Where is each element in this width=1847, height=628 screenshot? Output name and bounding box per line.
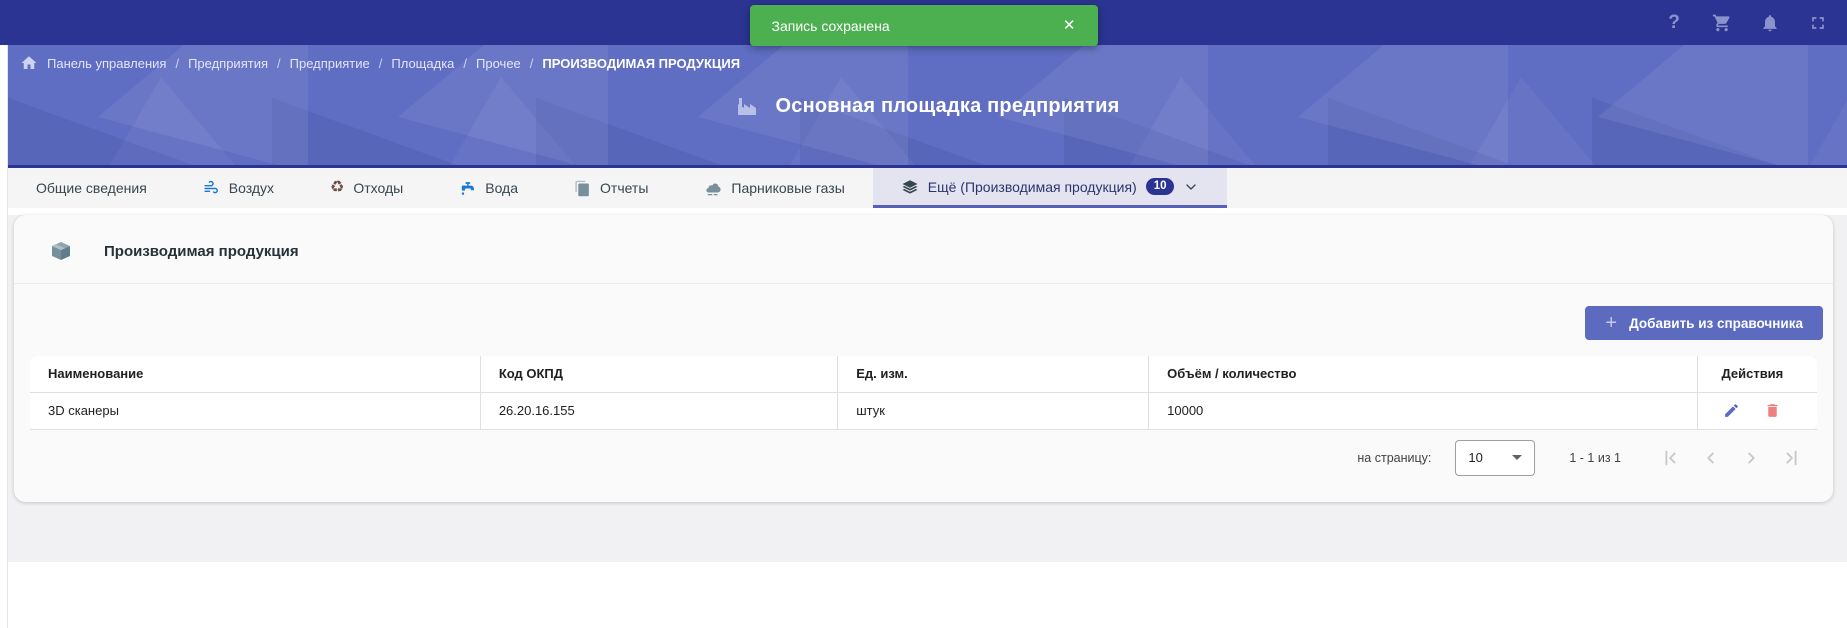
- paginator: на страницу: 10 1 - 1 из 1: [14, 430, 1833, 478]
- breadcrumb-separator: /: [529, 55, 534, 71]
- add-button-label: Добавить из справочника: [1629, 315, 1803, 331]
- tab-label: Отчеты: [600, 180, 649, 196]
- notifications-icon[interactable]: [1759, 12, 1781, 34]
- topbar-icons: ?: [1663, 12, 1829, 34]
- plus-icon: +: [1605, 312, 1618, 334]
- tab-air[interactable]: Воздух: [175, 168, 302, 208]
- toast-message: Запись сохранена: [771, 17, 890, 34]
- column-header-name: Наименование: [30, 356, 481, 393]
- cell-unit: штук: [837, 392, 1150, 430]
- breadcrumb-item-enterprises[interactable]: Предприятия: [188, 56, 268, 71]
- delete-trash-icon[interactable]: [1764, 402, 1781, 419]
- column-header-okpd: Код ОКПД: [480, 356, 839, 393]
- per-page-label: на страницу:: [1357, 450, 1432, 465]
- page-banner: Панель управления / Предприятия / Предпр…: [8, 45, 1847, 168]
- column-header-volume: Объём / количество: [1148, 356, 1698, 393]
- toast-close-icon[interactable]: ✕: [1063, 18, 1076, 33]
- toast-notification: Запись сохранена ✕: [749, 5, 1098, 46]
- factory-icon: [735, 94, 759, 118]
- layers-icon: [901, 178, 919, 196]
- column-header-unit: Ед. изм.: [837, 356, 1150, 393]
- tab-label: Ещё (Производимая продукция): [927, 178, 1137, 195]
- breadcrumb-item-panel[interactable]: Панель управления: [47, 56, 166, 71]
- fullscreen-icon[interactable]: [1807, 12, 1829, 34]
- breadcrumb: Панель управления / Предприятия / Предпр…: [8, 45, 1847, 72]
- tab-label: Воздух: [228, 180, 275, 196]
- card-header: Производимая продукция: [14, 215, 1833, 284]
- add-from-directory-button[interactable]: + Добавить из справочника: [1585, 306, 1823, 340]
- air-icon: [203, 180, 220, 197]
- tab-water[interactable]: Вода: [431, 168, 546, 208]
- cell-volume: 10000: [1148, 392, 1698, 430]
- paginator-nav: [1659, 446, 1803, 470]
- breadcrumb-item-site[interactable]: Площадка: [391, 56, 454, 71]
- cart-icon[interactable]: [1711, 12, 1733, 34]
- table-row: 3D сканеры 26.20.16.155 штук 10000: [30, 392, 1817, 430]
- faucet-icon: [459, 180, 476, 197]
- tab-general-info[interactable]: Общие сведения: [8, 168, 175, 208]
- previous-page-button[interactable]: [1699, 446, 1723, 470]
- produced-products-card: Производимая продукция + Добавить из спр…: [14, 215, 1833, 502]
- tab-label: Отходы: [353, 180, 404, 196]
- breadcrumb-separator: /: [175, 55, 180, 71]
- cell-okpd: 26.20.16.155: [480, 392, 839, 430]
- table-header-row: Наименование Код ОКПД Ед. изм. Объём / к…: [30, 356, 1817, 393]
- cell-name: 3D сканеры: [30, 392, 481, 430]
- select-caret-icon: [1512, 455, 1523, 460]
- next-page-button[interactable]: [1739, 446, 1763, 470]
- breadcrumb-item-other[interactable]: Прочее: [476, 56, 521, 71]
- column-header-actions: Действия: [1697, 356, 1817, 393]
- cloud-icon: [704, 179, 722, 197]
- tab-waste[interactable]: ♻ Отходы: [302, 168, 431, 208]
- tab-bar: Общие сведения Воздух ♻ Отходы Вода Отче…: [8, 168, 1847, 208]
- row-actions: [1698, 402, 1807, 419]
- page-title: Основная площадка предприятия: [775, 94, 1120, 117]
- home-icon[interactable]: [20, 54, 38, 72]
- page: ? Запись сохранена ✕ Панель управления /…: [0, 0, 1847, 628]
- package-box-icon: [48, 239, 74, 263]
- reports-icon: [574, 180, 591, 197]
- breadcrumb-separator: /: [277, 55, 281, 71]
- help-icon[interactable]: ?: [1663, 12, 1685, 34]
- last-page-button[interactable]: [1779, 446, 1803, 470]
- range-label: 1 - 1 из 1: [1569, 450, 1621, 465]
- chevron-down-icon: [1183, 179, 1199, 195]
- breadcrumb-item-current: ПРОИЗВОДИМАЯ ПРОДУКЦИЯ: [542, 55, 741, 71]
- toolbar: + Добавить из справочника: [14, 284, 1833, 356]
- tab-greenhouse-gases[interactable]: Парниковые газы: [676, 168, 872, 208]
- tab-label: Парниковые газы: [731, 180, 845, 196]
- per-page-select[interactable]: 10: [1455, 439, 1536, 476]
- collapsed-nav-rail: [0, 45, 8, 628]
- tab-label: Общие сведения: [36, 180, 147, 196]
- tab-more-produced-products[interactable]: Ещё (Производимая продукция) 10: [872, 168, 1228, 208]
- breadcrumb-separator: /: [378, 55, 383, 71]
- breadcrumb-separator: /: [463, 55, 468, 71]
- tab-label: Вода: [485, 180, 519, 196]
- tab-reports[interactable]: Отчеты: [546, 168, 676, 208]
- first-page-button[interactable]: [1659, 446, 1683, 470]
- edit-pencil-icon[interactable]: [1723, 402, 1740, 419]
- recycle-icon: ♻: [330, 179, 345, 196]
- tab-count-badge: 10: [1145, 177, 1175, 196]
- breadcrumb-item-enterprise[interactable]: Предприятие: [290, 56, 370, 71]
- content-area: Производимая продукция + Добавить из спр…: [8, 215, 1847, 562]
- per-page-value: 10: [1468, 450, 1483, 465]
- section-title: Производимая продукция: [104, 242, 299, 260]
- products-table: Наименование Код ОКПД Ед. изм. Объём / к…: [30, 356, 1817, 430]
